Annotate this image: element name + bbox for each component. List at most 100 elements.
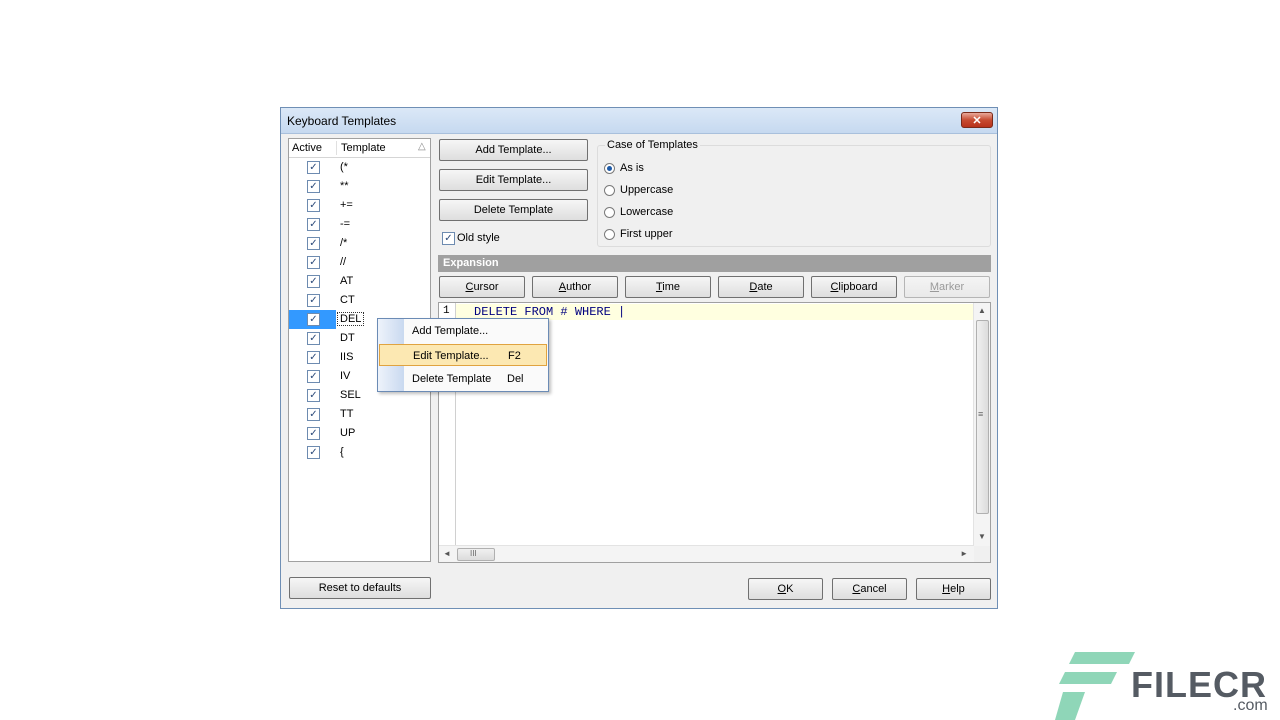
template-name: TT <box>340 408 354 420</box>
template-row[interactable]: ✓ UP <box>289 424 430 443</box>
active-checkbox[interactable]: ✓ <box>307 180 320 193</box>
case-radio-uppercase[interactable] <box>604 185 615 196</box>
checkmark-icon: ✓ <box>309 371 318 382</box>
grip-icon: ≡ <box>978 409 984 419</box>
delete-template-button[interactable]: Delete Template <box>439 199 588 221</box>
scroll-up-icon[interactable]: ▲ <box>978 306 986 315</box>
column-header-template[interactable]: Template <box>341 142 386 154</box>
template-name: /* <box>340 237 348 249</box>
reset-to-defaults-button[interactable]: Reset to defaults <box>289 577 431 599</box>
scroll-down-icon[interactable]: ▼ <box>978 532 986 541</box>
active-checkbox[interactable]: ✓ <box>307 218 320 231</box>
expansion-clipboard-button[interactable]: Clipboard <box>811 276 897 298</box>
template-code[interactable]: DELETE FROM # WHERE | <box>474 305 625 319</box>
horizontal-scrollbar[interactable]: ◄ III ► <box>439 545 974 562</box>
filecr-watermark: FILECR .com <box>1055 648 1280 720</box>
help-button[interactable]: Help <box>916 578 991 600</box>
title-bar[interactable]: Keyboard Templates ✕ <box>281 108 997 134</box>
template-row[interactable]: ✓ AT <box>289 272 430 291</box>
template-name: ** <box>340 180 349 192</box>
template-name: // <box>340 256 347 268</box>
template-row[interactable]: ✓ /* <box>289 234 430 253</box>
case-option-label: Uppercase <box>620 184 674 196</box>
template-row[interactable]: ✓{ <box>289 443 430 462</box>
template-name: DEL <box>336 312 365 326</box>
template-row[interactable]: ✓ -= <box>289 215 430 234</box>
menu-item-shortcut: Del <box>507 373 524 385</box>
expansion-cursor-button[interactable]: Cursor <box>439 276 525 298</box>
template-row[interactable]: ✓ // <box>289 253 430 272</box>
case-radio-first-upper[interactable] <box>604 229 615 240</box>
active-checkbox[interactable]: ✓ <box>307 294 320 307</box>
active-checkbox[interactable]: ✓ <box>307 351 320 364</box>
active-checkbox[interactable]: ✓ <box>307 446 320 459</box>
help-mnemonic: H <box>942 583 951 595</box>
ok-button[interactable]: OK <box>748 578 823 600</box>
template-name: UP <box>340 427 356 439</box>
add-template-button[interactable]: Add Template... <box>439 139 588 161</box>
template-name: -= <box>340 218 351 230</box>
active-checkbox[interactable]: ✓ <box>307 389 320 402</box>
active-checkbox[interactable]: ✓ <box>307 275 320 288</box>
expansion-time-button[interactable]: Time <box>625 276 711 298</box>
template-name: AT <box>340 275 354 287</box>
checkmark-icon: ✓ <box>309 447 318 458</box>
case-option-label: Lowercase <box>620 206 674 218</box>
cancel-label: ancel <box>860 583 887 595</box>
case-group-title: Case of Templates <box>605 139 700 151</box>
template-name: SEL <box>340 389 361 401</box>
horizontal-scroll-thumb[interactable]: III <box>457 548 495 561</box>
context-menu-item[interactable]: Edit Template... F2 <box>379 344 547 366</box>
case-radio-lowercase[interactable] <box>604 207 615 218</box>
checkmark-icon: ✓ <box>309 428 318 439</box>
template-row[interactable]: ✓ (* <box>289 158 430 177</box>
checkmark-icon: ✓ <box>309 352 318 363</box>
expansion-header: Expansion <box>438 255 991 272</box>
active-checkbox[interactable]: ✓ <box>307 256 320 269</box>
button-label: ime <box>662 281 681 293</box>
scroll-left-icon[interactable]: ◄ <box>443 549 451 558</box>
active-checkbox[interactable]: ✓ <box>307 427 320 440</box>
checkmark-icon: ✓ <box>309 238 318 249</box>
template-name: (* <box>340 161 348 173</box>
active-checkbox[interactable]: ✓ <box>307 313 320 326</box>
case-radio-as-is[interactable] <box>604 163 615 174</box>
active-checkbox[interactable]: ✓ <box>307 161 320 174</box>
active-checkbox[interactable]: ✓ <box>307 408 320 421</box>
expansion-marker-button[interactable]: Marker <box>904 276 990 298</box>
column-header-active[interactable]: Active <box>292 142 322 154</box>
expansion-date-button[interactable]: Date <box>718 276 804 298</box>
old-style-checkbox[interactable]: ✓ <box>442 232 455 245</box>
menu-item-label: Delete Template <box>412 373 492 385</box>
vertical-scroll-thumb[interactable]: ≡ <box>976 320 989 514</box>
edit-template-button[interactable]: Edit Template... <box>439 169 588 191</box>
grip-icon: III <box>470 549 477 558</box>
column-divider[interactable] <box>336 141 337 155</box>
button-label: arker <box>939 281 965 293</box>
template-name: IIS <box>340 351 354 363</box>
scroll-right-icon[interactable]: ► <box>960 549 968 558</box>
template-row[interactable]: ✓ CT <box>289 291 430 310</box>
template-name: += <box>340 199 353 211</box>
button-mnemonic: M <box>929 281 940 293</box>
context-menu-item[interactable]: Add Template... <box>379 320 547 342</box>
ok-mnemonic: O <box>777 583 787 595</box>
watermark-domain: .com <box>1233 697 1268 714</box>
expansion-author-button[interactable]: Author <box>532 276 618 298</box>
template-row[interactable]: ✓ ** <box>289 177 430 196</box>
vertical-scrollbar[interactable]: ▲ ≡ ▼ <box>973 303 990 546</box>
template-row[interactable]: ✓ += <box>289 196 430 215</box>
context-menu-item[interactable]: Delete Template Del <box>379 368 547 390</box>
help-label: elp <box>950 583 965 595</box>
active-checkbox[interactable]: ✓ <box>307 237 320 250</box>
menu-item-label: Edit Template... <box>413 350 489 362</box>
ok-label: K <box>786 583 794 595</box>
active-checkbox[interactable]: ✓ <box>307 370 320 383</box>
close-icon: ✕ <box>972 115 982 127</box>
active-checkbox[interactable]: ✓ <box>307 332 320 345</box>
close-button[interactable]: ✕ <box>961 112 993 128</box>
cancel-button[interactable]: Cancel <box>832 578 907 600</box>
template-row[interactable]: ✓ TT <box>289 405 430 424</box>
checkmark-icon: ✓ <box>309 409 318 420</box>
active-checkbox[interactable]: ✓ <box>307 199 320 212</box>
